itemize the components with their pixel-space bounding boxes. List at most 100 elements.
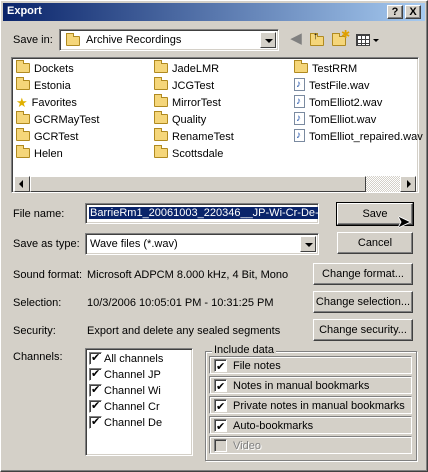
channel-label: Channel Cr [104,401,160,413]
scroll-thumb[interactable] [30,176,366,192]
file-list-item[interactable]: TestRRM [294,60,358,77]
channel-item[interactable]: Channel Cr [89,399,160,415]
folder-icon [16,128,30,141]
save-in-value: Archive Recordings [86,34,182,46]
save-as-type-value: Wave files (*.wav) [90,238,178,250]
include-option[interactable]: Auto-bookmarks [209,416,412,436]
file-list-item[interactable]: Scottsdale [154,145,224,162]
channel-checkbox[interactable] [89,367,102,382]
save-in-dropdown[interactable]: Archive Recordings [59,29,279,51]
file-list-item[interactable]: TestFile.wav [294,77,370,94]
view-menu-icon[interactable] [355,31,379,49]
include-option[interactable]: Private notes in manual bookmarks [209,396,412,416]
include-option-label: Private notes in manual bookmarks [233,400,405,412]
file-name: Scottsdale [172,148,224,160]
folder-icon [154,94,168,107]
scroll-right-icon[interactable] [400,176,416,192]
save-as-type-label: Save as type: [13,238,80,250]
window-title: Export [7,5,42,17]
audio-file-icon [294,94,305,110]
audio-file-icon [294,128,305,144]
include-option[interactable]: Notes in manual bookmarks [209,376,412,396]
include-option: Video [209,436,412,454]
channels-list[interactable]: All channels Channel JP Channel Wi Channel … [85,348,193,456]
include-checkbox[interactable] [214,378,227,396]
back-arrow-icon[interactable]: ◀ [287,31,305,49]
channel-item[interactable]: Channel De [89,415,162,431]
scroll-left-icon[interactable] [14,176,30,192]
channel-checkbox[interactable] [89,415,102,430]
file-list-item[interactable]: TomElliot2.wav [294,94,382,111]
file-name: Helen [34,148,63,160]
channel-label: Channel Wi [104,385,161,397]
folder-icon [154,111,168,124]
audio-file-icon [294,77,305,93]
new-folder-icon[interactable]: ✱ [331,29,351,49]
file-name: JadeLMR [172,63,220,75]
include-option-label: Notes in manual bookmarks [233,380,370,392]
folder-icon [154,60,168,73]
include-option-label: Video [233,440,261,452]
file-list-item[interactable]: TomElliot_repaired.wav [294,128,423,145]
file-list-item[interactable]: Quality [154,111,207,128]
folder-icon [294,60,308,73]
include-checkbox[interactable] [214,358,227,376]
change-security-button[interactable]: Change security... [313,319,413,341]
file-list-item[interactable]: RenameTest [154,128,234,145]
folder-icon [154,128,168,141]
channel-item[interactable]: Channel JP [89,367,161,383]
file-name: TestRRM [312,63,358,75]
title-bar[interactable]: Export ? X [3,3,425,21]
file-name: TestFile.wav [309,80,370,92]
file-list-item[interactable]: TomElliot.wav [294,111,376,128]
file-list-item[interactable]: GCRMayTest [16,111,100,128]
file-list-item[interactable]: Estonia [16,77,71,94]
channel-item[interactable]: Channel Wi [89,383,161,399]
include-option[interactable]: File notes [209,356,412,376]
file-name: Quality [172,114,207,126]
close-button[interactable]: X [405,5,421,19]
file-name-field[interactable]: BarrieRm1_20061003_220346__JP-Wi-Cr-De-c [85,203,319,224]
help-button[interactable]: ? [387,5,403,19]
file-name: Favorites [31,97,77,109]
sound-format-label: Sound format: [13,269,83,281]
channel-checkbox[interactable] [89,383,102,398]
chevron-down-icon[interactable] [260,32,276,48]
mouse-cursor-icon: ➤ [397,214,411,231]
channel-checkbox[interactable] [89,399,102,414]
file-list-item[interactable]: Helen [16,145,63,162]
sound-format-value: Microsoft ADPCM 8.000 kHz, 4 Bit, Mono [87,269,289,281]
up-folder-icon[interactable]: ↑ [309,31,327,49]
file-list-item[interactable]: Dockets [16,60,74,77]
file-name: GCRTest [34,131,79,143]
cancel-button[interactable]: Cancel [337,232,413,254]
file-list-item[interactable]: JCGTest [154,77,214,94]
save-as-type-dropdown[interactable]: Wave files (*.wav) [85,233,319,255]
file-list-item[interactable]: GCRTest [16,128,79,145]
security-label: Security: [13,325,56,337]
file-list-item[interactable]: JadeLMR [154,60,220,77]
file-list[interactable]: Dockets Estonia ★ Favorites GCRMayTest GCRTes… [11,57,423,193]
audio-file-icon [294,111,305,127]
change-selection-button[interactable]: Change selection... [313,291,413,313]
include-checkbox[interactable] [214,398,227,416]
channel-item[interactable]: All channels [89,351,163,367]
favorites-star-icon: ★ [16,95,28,110]
channel-checkbox[interactable] [89,351,102,366]
chevron-down-icon[interactable] [300,236,316,252]
folder-icon [16,145,30,158]
include-checkbox[interactable] [214,418,227,436]
file-name: GCRMayTest [34,114,100,126]
file-list-item[interactable]: MirrorTest [154,94,221,111]
file-name: MirrorTest [172,97,221,109]
folder-icon [154,77,168,90]
channels-label: Channels: [13,351,63,363]
save-in-label: Save in: [13,34,53,46]
file-name: Dockets [34,63,74,75]
folder-icon [66,33,80,46]
file-list-item[interactable]: ★ Favorites [16,95,77,111]
folder-icon [16,77,30,90]
change-format-button[interactable]: Change format... [313,263,413,285]
horizontal-scrollbar[interactable] [14,176,416,192]
channel-label: Channel JP [104,369,161,381]
